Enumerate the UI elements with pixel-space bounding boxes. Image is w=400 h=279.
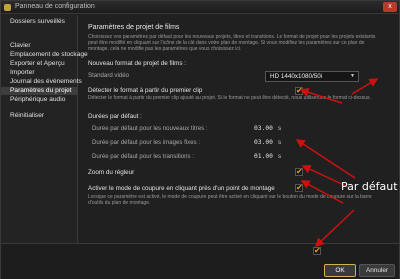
window-title: Panneau de configuration — [15, 3, 95, 10]
app-icon — [4, 4, 11, 11]
ok-button[interactable]: OK — [324, 264, 356, 277]
sidebar: Dossiers surveillés Clavier Emplacement … — [1, 15, 88, 243]
cut-mode-label: Activer le mode de coupure en cliquant p… — [88, 185, 275, 192]
dialog-footer: ✔ OK Annuler — [1, 243, 399, 279]
sidebar-item-reinitialiser[interactable]: Réinitialiser — [10, 112, 44, 120]
zoom-ruler-checkbox[interactable]: ✔ — [295, 167, 303, 176]
video-standard-dropdown[interactable]: HD 1440x1080/50i ▼ — [265, 71, 359, 82]
check-icon: ✔ — [314, 246, 321, 255]
transition-duration-input[interactable]: 01.00 — [254, 153, 273, 160]
chevron-down-icon: ▼ — [350, 73, 355, 79]
settings-panel: Paramètres de projet de films Choisissez… — [83, 15, 399, 243]
cut-mode-checkbox[interactable]: ✔ — [295, 183, 303, 192]
sidebar-item-peripherique-audio[interactable]: Périphérique audio — [10, 96, 65, 104]
sidebar-item-emplacement-stockage[interactable]: Emplacement de stockage — [10, 51, 88, 59]
durations-label: Durées par défaut : — [88, 113, 142, 120]
transition-duration-unit: s — [278, 153, 282, 160]
image-duration-label: Durée par défaut pour les images fixes : — [92, 139, 201, 146]
panel-description: Choisissez vos paramètres par défaut pou… — [88, 34, 376, 53]
zoom-ruler-label: Zoom du régleur — [88, 169, 135, 176]
title-duration-label: Durée par défaut pour les nouveaux titre… — [92, 125, 208, 132]
check-icon: ✔ — [296, 167, 303, 176]
title-bar: Panneau de configuration x — [1, 1, 399, 14]
close-button[interactable]: x — [383, 2, 397, 12]
sidebar-item-journal-evenements[interactable]: Journal des événements — [10, 78, 82, 86]
sidebar-item-importer[interactable]: Importer — [10, 69, 35, 77]
sidebar-item-clavier[interactable]: Clavier — [10, 42, 31, 50]
panel-heading: Paramètres de projet de films — [88, 24, 180, 31]
detect-format-checkbox[interactable]: ✔ — [295, 86, 303, 95]
footer-checkbox[interactable]: ✔ — [313, 246, 321, 255]
video-standard-label: Standard vidéo — [88, 72, 129, 79]
transition-duration-label: Durée par défaut pour les transitions : — [92, 153, 194, 160]
sidebar-item-exporter-apercu[interactable]: Exporter et Aperçu — [10, 60, 65, 68]
detect-format-label: Détecter le format à partir du premier c… — [88, 87, 203, 94]
sidebar-item-parametres-projet[interactable]: Paramètres du projet — [1, 87, 77, 95]
detect-format-description: Détecter le format à partir du premier c… — [88, 95, 371, 101]
annotation-label: Par défaut — [341, 180, 398, 193]
image-duration-input[interactable]: 03.00 — [254, 139, 273, 146]
cut-mode-description: Lorsque ce paramètre est activé, le mode… — [88, 194, 372, 207]
cancel-button[interactable]: Annuler — [359, 264, 395, 277]
title-duration-input[interactable]: 03.00 — [254, 125, 273, 132]
check-icon: ✔ — [296, 183, 303, 192]
configuration-window: Panneau de configuration x Dossiers surv… — [0, 0, 400, 279]
new-format-label: Nouveau format de projet de films : — [88, 60, 186, 67]
sidebar-item-dossiers-surveilles[interactable]: Dossiers surveillés — [10, 18, 65, 26]
image-duration-unit: s — [278, 139, 282, 146]
title-duration-unit: s — [278, 125, 282, 132]
video-standard-value: HD 1440x1080/50i — [270, 73, 323, 80]
